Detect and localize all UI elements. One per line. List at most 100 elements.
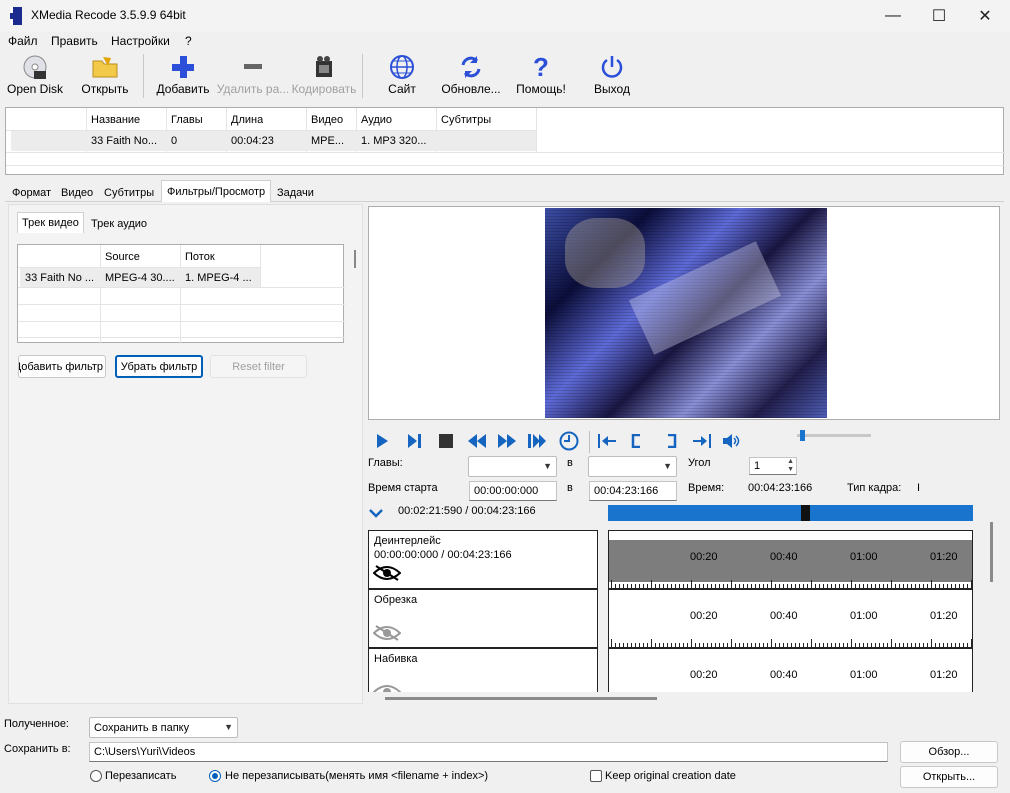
- fast-forward-icon[interactable]: [495, 430, 519, 452]
- add-button[interactable]: Добавить: [154, 52, 212, 100]
- stop-icon[interactable]: [434, 430, 458, 452]
- chapter-end-combo[interactable]: ▼: [588, 456, 677, 477]
- add-filter-button[interactable]: Добавить фильтр: [18, 355, 106, 378]
- col-header-stream[interactable]: Поток: [180, 251, 215, 263]
- track-deinterlace[interactable]: Деинтерлейс 00:00:00:000 / 00:04:23:166: [368, 530, 598, 589]
- end-time-field[interactable]: 00:04:23:166: [589, 481, 677, 501]
- cell-audio: 1. MP3 320...: [361, 135, 427, 147]
- tick-label: 01:20: [930, 551, 958, 563]
- tab-filters-preview[interactable]: Фильтры/Просмотр: [161, 180, 272, 202]
- seek-bar-thumb[interactable]: [801, 505, 810, 521]
- maximize-button[interactable]: ☐: [916, 0, 962, 32]
- menu-file[interactable]: Файл: [8, 34, 38, 48]
- file-list-table[interactable]: Название Главы Длина Видео Аудио Субтитр…: [5, 107, 1005, 175]
- collapse-chevron-icon[interactable]: [368, 505, 384, 521]
- close-button[interactable]: ✕: [962, 0, 1008, 32]
- tab-tasks[interactable]: Задачи: [277, 187, 314, 199]
- remove-button[interactable]: Удалить ра...: [216, 52, 290, 100]
- remove-filter-button[interactable]: Убрать фильтр: [115, 355, 203, 378]
- subtab-video-track[interactable]: Трек видео: [17, 212, 84, 233]
- timeline-deinterlace[interactable]: 00:20 00:40 01:00 01:20: [608, 530, 973, 589]
- col-header-subtitles[interactable]: Субтитры: [436, 114, 491, 126]
- filter-table[interactable]: Source Поток 33 Faith No ... MPEG-4 30..…: [17, 244, 345, 344]
- save-path-field[interactable]: C:\Users\Yuri\Videos: [89, 742, 888, 762]
- no-overwrite-label[interactable]: Не перезаписывать(менять имя <filename +…: [225, 770, 488, 782]
- menu-help[interactable]: ?: [185, 34, 192, 48]
- table-row[interactable]: 33 Faith No... 0 00:04:23 MPE... 1. MP3 …: [11, 131, 536, 151]
- main-tabs: Формат Видео Субтитры Фильтры/Просмотр З…: [5, 180, 1004, 202]
- no-overwrite-radio[interactable]: [209, 770, 221, 782]
- step-forward-icon[interactable]: [403, 430, 427, 452]
- horizontal-scrollbar-thumb[interactable]: [385, 697, 657, 700]
- filter-panel: Трек видео Трек аудио Source Поток 33 Fa…: [8, 204, 363, 704]
- angle-label: Угол: [688, 457, 711, 469]
- destination-combo[interactable]: Сохранить в папку ▼: [89, 717, 238, 738]
- open-disk-button[interactable]: Open Disk: [6, 52, 64, 100]
- tab-format[interactable]: Формат: [12, 187, 51, 199]
- volume-slider[interactable]: [797, 430, 871, 441]
- col-header-name[interactable]: Название: [86, 114, 140, 126]
- ruler: [609, 639, 972, 647]
- tab-subtitles[interactable]: Субтитры: [104, 187, 154, 199]
- plus-icon: [154, 52, 212, 82]
- track-crop[interactable]: Обрезка: [368, 589, 598, 648]
- next-frame-icon[interactable]: [525, 430, 549, 452]
- menu-edit[interactable]: Править: [51, 34, 98, 48]
- refresh-icon: [440, 52, 502, 82]
- col-header-length[interactable]: Длина: [226, 114, 263, 126]
- subtab-audio-track[interactable]: Трек аудио: [91, 218, 147, 230]
- spinner-arrows-icon[interactable]: ▲ ▼: [787, 458, 794, 474]
- tab-video[interactable]: Видео: [61, 187, 93, 199]
- eye-icon[interactable]: [372, 564, 402, 585]
- menu-settings[interactable]: Настройки: [111, 34, 170, 48]
- table-row[interactable]: 33 Faith No ... MPEG-4 30.... 1. MPEG-4 …: [20, 268, 260, 287]
- scrollbar-thumb[interactable]: [354, 250, 356, 268]
- col-header-video[interactable]: Видео: [306, 114, 343, 126]
- cell-video: MPE...: [311, 135, 345, 147]
- col-header-audio[interactable]: Аудио: [356, 114, 392, 126]
- volume-icon[interactable]: [720, 430, 744, 452]
- disc-icon: [6, 52, 64, 82]
- open-button[interactable]: Открыть: [78, 52, 132, 100]
- keep-date-label[interactable]: Keep original creation date: [605, 770, 736, 782]
- reset-filter-button[interactable]: Reset filter: [210, 355, 307, 378]
- frame-type-value: I: [917, 482, 921, 494]
- help-button[interactable]: ? Помощь!: [512, 52, 570, 100]
- overwrite-radio[interactable]: [90, 770, 102, 782]
- keep-date-checkbox[interactable]: [590, 770, 602, 782]
- encode-button[interactable]: Кодировать: [290, 52, 358, 100]
- mark-in-icon[interactable]: [624, 430, 648, 452]
- update-button[interactable]: Обновле...: [440, 52, 502, 100]
- rewind-icon[interactable]: [465, 430, 489, 452]
- angle-spinner[interactable]: 1 ▲ ▼: [749, 457, 797, 475]
- track-name: Обрезка: [374, 594, 418, 606]
- col-header-chapters[interactable]: Главы: [166, 114, 203, 126]
- seek-bar[interactable]: [608, 505, 973, 521]
- exit-button[interactable]: Выход: [590, 52, 634, 100]
- go-end-icon[interactable]: [690, 430, 714, 452]
- eye-icon[interactable]: [372, 683, 402, 692]
- cell-chapters: 0: [171, 135, 178, 147]
- eye-icon[interactable]: [372, 624, 402, 645]
- volume-slider-thumb[interactable]: [800, 430, 805, 441]
- overwrite-label[interactable]: Перезаписать: [105, 770, 176, 782]
- timeline-crop[interactable]: 00:20 00:40 01:00 01:20: [608, 589, 973, 648]
- timeline-padding[interactable]: 00:20 00:40 01:00 01:20: [608, 648, 973, 692]
- start-time-field[interactable]: 00:00:00:000: [469, 481, 557, 501]
- browse-button[interactable]: Обзор...: [900, 741, 998, 763]
- app-film-icon: [10, 7, 22, 25]
- track-padding[interactable]: Набивка: [368, 648, 598, 692]
- chevron-down-icon: ▼: [663, 461, 672, 471]
- play-icon[interactable]: [370, 430, 394, 452]
- go-start-icon[interactable]: [595, 430, 619, 452]
- mark-out-icon[interactable]: [660, 430, 684, 452]
- open-output-button[interactable]: Открыть...: [900, 766, 998, 788]
- time-value: 00:04:23:166: [748, 482, 813, 494]
- col-header-source[interactable]: Source: [100, 251, 140, 263]
- vertical-scrollbar-thumb[interactable]: [990, 522, 993, 582]
- time-label: Время:: [688, 482, 725, 494]
- chapter-start-combo[interactable]: ▼: [468, 456, 557, 477]
- minimize-button[interactable]: —: [870, 0, 916, 32]
- clock-icon[interactable]: [557, 430, 581, 452]
- website-button[interactable]: Сайт: [380, 52, 424, 100]
